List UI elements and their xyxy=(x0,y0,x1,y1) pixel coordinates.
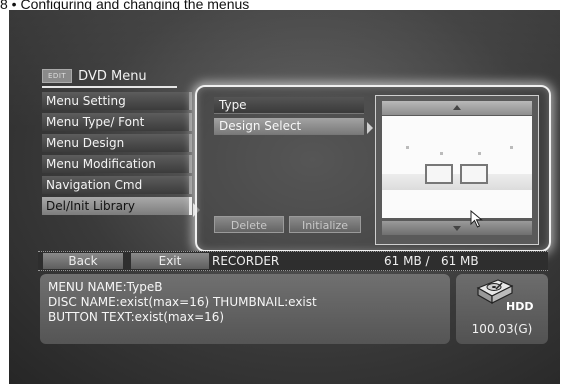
delete-button[interactable]: Delete xyxy=(214,216,284,233)
exit-button[interactable]: Exit xyxy=(131,253,209,269)
dvd-menu-screen: EDIT DVD Menu Menu Setting Menu Type/ Fo… xyxy=(9,10,560,384)
library-panel: Type Design Select Delete Initialize xyxy=(195,85,551,252)
left-menu: Menu Setting Menu Type/ Font Menu Design… xyxy=(42,92,192,218)
menu-item-menu-design[interactable]: Menu Design xyxy=(42,134,192,152)
info-panel: MENU NAME:TypeB DISC NAME:exist(max=16) … xyxy=(40,274,450,344)
hdd-capacity: 100.03(G) xyxy=(471,322,533,336)
info-button-text: BUTTON TEXT:exist(max=16) xyxy=(48,310,225,324)
design-thumbnail-frame[interactable] xyxy=(375,95,539,245)
sub-menu: Type Design Select xyxy=(214,97,364,139)
info-disc-name: DISC NAME:exist(max=16) THUMBNAIL:exist xyxy=(48,295,317,309)
preview-button-2 xyxy=(460,164,488,184)
status-bar: Back Exit RECORDER 61 MB / 61 MB xyxy=(38,251,548,271)
page-title: DVD Menu xyxy=(78,68,147,84)
sub-item-design-select[interactable]: Design Select xyxy=(214,118,364,135)
scroll-up-bar[interactable] xyxy=(382,101,532,115)
sub-selection-arrow-icon xyxy=(367,122,373,134)
menu-item-menu-type-font[interactable]: Menu Type/ Font xyxy=(42,113,192,131)
edit-badge: EDIT xyxy=(42,69,73,83)
menu-item-menu-setting[interactable]: Menu Setting xyxy=(42,92,192,110)
design-preview[interactable] xyxy=(382,116,532,218)
hdd-panel: HDD 100.03(G) xyxy=(456,274,548,344)
initialize-button[interactable]: Initialize xyxy=(289,216,361,233)
menu-item-menu-modification[interactable]: Menu Modification xyxy=(42,155,192,173)
preview-button-1 xyxy=(425,164,453,184)
caption-strip: 8 • Configuring and changing the menus xyxy=(0,0,568,10)
hdd-label: HDD xyxy=(506,300,534,313)
source-label: RECORDER xyxy=(212,254,280,268)
info-menu-name: MENU NAME:TypeB xyxy=(48,280,163,294)
menu-item-del-init-library[interactable]: Del/Init Library xyxy=(42,197,192,215)
capacity-label: 61 MB / 61 MB xyxy=(384,254,479,268)
menu-item-navigation-cmd[interactable]: Navigation Cmd xyxy=(42,176,192,194)
back-button[interactable]: Back xyxy=(43,253,123,269)
scroll-down-bar[interactable] xyxy=(382,221,532,235)
scroll-up-icon xyxy=(453,105,461,110)
pointer-cursor-icon xyxy=(470,210,483,228)
screen-title: EDIT DVD Menu xyxy=(42,66,177,88)
caption-text: 8 • Configuring and changing the menus xyxy=(0,0,250,10)
scroll-down-icon xyxy=(453,226,461,231)
sub-item-type[interactable]: Type xyxy=(214,97,364,114)
